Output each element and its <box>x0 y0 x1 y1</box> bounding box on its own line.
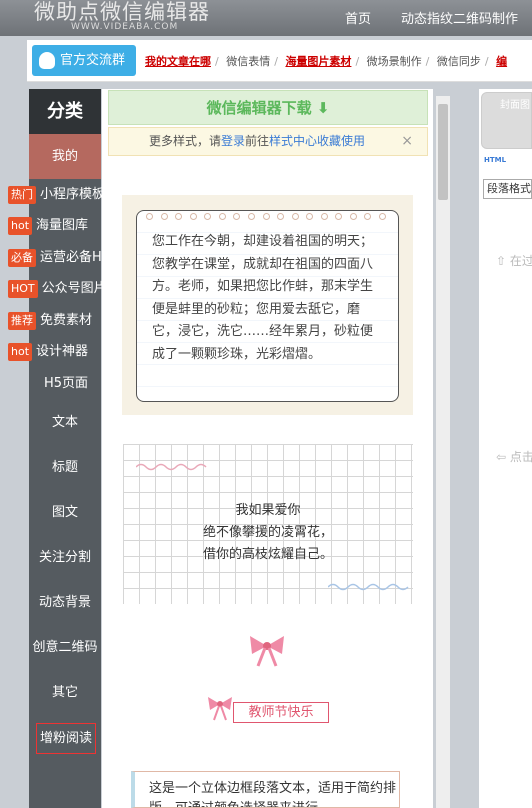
nav-qrcode[interactable]: 动态指纹二维码制作 <box>401 8 518 27</box>
cover-label: 封面图 <box>500 100 530 111</box>
badge: HOT <box>8 280 38 298</box>
poem-line: 借你的高枝炫耀自己。 <box>202 547 333 562</box>
sidebar-item-label: 免费素材 <box>40 313 93 328</box>
sidebar-item-dynamic-bg[interactable]: 动态背景 <box>29 580 101 625</box>
link-emoji[interactable]: 微信表情 <box>226 55 270 68</box>
link-more[interactable]: 编 <box>496 55 507 68</box>
logo-subtitle: WWW.VIDEABA.COM <box>71 22 179 32</box>
toolbar: 官方交流群 我的文章在哪 / 微信表情 / 海量图片素材 / 微场景制作 / 微信同步 /… <box>27 40 532 82</box>
sidebar-item-h5-page[interactable]: H5页面 <box>44 369 88 399</box>
sidebar-item-image-text[interactable]: 图文 <box>29 490 101 535</box>
sidebar-item-design-tools[interactable]: hot 设计神器 <box>8 337 88 367</box>
notice-bar: 更多样式，请登录前往样式中心收藏使用 × <box>108 127 428 156</box>
close-icon[interactable]: × <box>401 128 413 155</box>
download-button[interactable]: 微信编辑器下载 ⬇ <box>108 90 428 125</box>
teachers-day-tag[interactable]: 教师节快乐 <box>233 702 329 723</box>
style-center-link[interactable]: 样式中心收藏使用 <box>269 134 365 148</box>
hint-text: ⇧ 在过 <box>496 254 532 268</box>
qq-group-label: 官方交流群 <box>60 53 126 68</box>
toolbar-links: 我的文章在哪 / 微信表情 / 海量图片素材 / 微场景制作 / 微信同步 / 编 <box>145 55 508 68</box>
scrollbar[interactable] <box>436 96 450 808</box>
badge: hot <box>8 217 33 235</box>
arrow-left-icon: ⇦ <box>496 450 507 464</box>
link-scene[interactable]: 微场景制作 <box>367 55 422 68</box>
poem-line: 我如果爱你 <box>235 503 301 518</box>
notice-text: 前往 <box>245 134 270 148</box>
sidebar-item-mine[interactable]: 我的 <box>29 134 101 179</box>
notice-text: 更多样式，请 <box>149 134 222 148</box>
sidebar-item-label: 公众号图片 <box>41 281 107 296</box>
badge: 必备 <box>8 249 36 267</box>
login-link[interactable]: 登录 <box>221 134 245 148</box>
sidebar-item-title[interactable]: 标题 <box>29 445 101 490</box>
qq-group-button[interactable]: 官方交流群 <box>32 45 136 76</box>
bow-icon <box>208 697 232 721</box>
badge: 推荐 <box>8 312 36 330</box>
download-label: 微信编辑器下载 <box>206 99 312 117</box>
sidebar-item-grow-fans[interactable]: 增粉阅读 <box>36 723 96 754</box>
wave-decoration-icon <box>328 583 409 591</box>
badge: 热门 <box>8 186 36 204</box>
html-button[interactable]: HTML <box>484 156 506 164</box>
link-sync[interactable]: 微信同步 <box>437 55 481 68</box>
sidebar-item-label: 运营必备H5 <box>40 250 111 265</box>
sidebar-item-miniprogram[interactable]: 热门 小程序模板 <box>8 180 105 210</box>
poem-text: 我如果爱你 绝不像攀援的凌霄花， 借你的高枝炫耀自己。 <box>123 500 413 566</box>
sidebar-item-label: 设计神器 <box>36 344 89 359</box>
wave-decoration-icon <box>136 463 207 471</box>
bordered-paragraph[interactable]: 这是一个立体边框段落文本，适用于简约排版，可通过颜色选择器来进行 <box>131 771 400 808</box>
sidebar-item-label: 小程序模板 <box>40 187 106 202</box>
sidebar-item-h5-essential[interactable]: 必备 运营必备H5 <box>8 243 110 273</box>
note-paragraph: 您工作在今朝，却建设着祖国的明天；您教学在课堂，成就却在祖国的四面八方。老师，如… <box>136 210 399 402</box>
qq-icon <box>39 52 55 69</box>
sidebar-item-official-images[interactable]: HOT 公众号图片 <box>8 274 107 304</box>
poem-line: 绝不像攀援的凌霄花， <box>202 525 333 540</box>
paragraph-format-select[interactable]: 段落格式 <box>483 179 532 199</box>
bow-icon <box>250 636 284 667</box>
sidebar-item-other[interactable]: 其它 <box>29 670 101 715</box>
link-images[interactable]: 海量图片素材 <box>285 55 351 68</box>
badge: hot <box>8 343 33 361</box>
sidebar-item-text[interactable]: 文本 <box>29 400 101 445</box>
binder-holes <box>146 213 386 221</box>
download-icon: ⬇ <box>316 99 330 117</box>
sidebar-item-qrcode[interactable]: 创意二维码 <box>29 625 101 670</box>
sidebar-item-divider[interactable]: 关注分割 <box>29 535 101 580</box>
arrow-up-icon: ⇧ <box>496 254 507 268</box>
nav-home[interactable]: 首页 <box>345 8 371 27</box>
scrollbar-thumb[interactable] <box>438 104 448 200</box>
link-my-articles[interactable]: 我的文章在哪 <box>145 55 211 68</box>
sidebar-item-free-assets[interactable]: 推荐 免费素材 <box>8 306 92 336</box>
sidebar-item-label: 海量图库 <box>36 218 89 233</box>
sidebar-header: 分类 <box>29 89 101 134</box>
hint-text: ⇦ 点击插 <box>496 450 532 464</box>
sidebar-item-gallery[interactable]: hot 海量图库 <box>8 211 88 241</box>
